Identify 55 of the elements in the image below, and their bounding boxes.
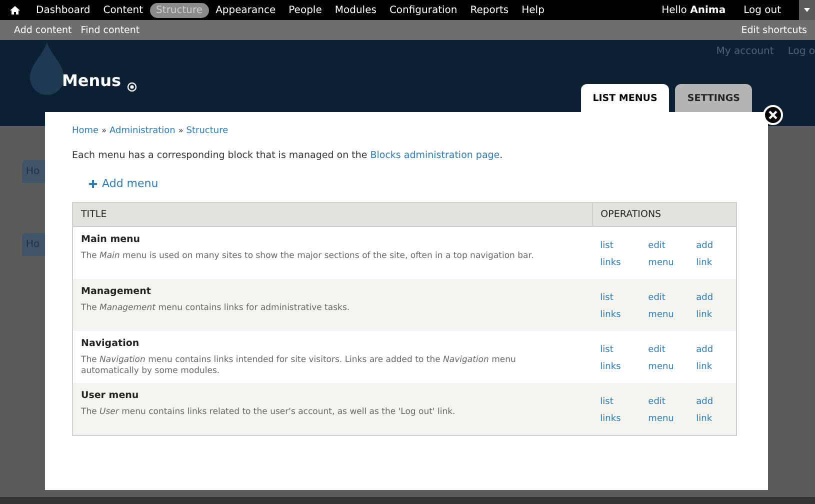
operation-link[interactable]: list links (600, 286, 624, 324)
operation-link[interactable]: add link (696, 234, 720, 272)
toolbar-menu-item[interactable]: Help (516, 2, 550, 18)
breadcrumb-link[interactable]: Structure (186, 126, 228, 136)
breadcrumb-link[interactable]: Administration (109, 126, 176, 136)
plus-icon (89, 180, 97, 188)
user-greeting: Hello Anima (662, 4, 726, 16)
menu-title: User menu (81, 390, 140, 402)
operation-link[interactable]: list links (600, 390, 624, 428)
close-icon[interactable] (763, 105, 783, 125)
menu-description: The User menu contains links related to the user's account, as well as the 'Log out' link. (81, 407, 456, 418)
operation-link[interactable]: add link (696, 390, 720, 428)
menu-title: Management (81, 286, 152, 297)
menu-description: The Main menu is used on many sites to show the major sections of the site, often in a top navigation bar. (81, 250, 535, 262)
add-shortcut-icon[interactable] (127, 82, 138, 92)
tab[interactable]: SETTINGS (675, 84, 752, 112)
operation-link[interactable]: add link (696, 338, 720, 376)
edit-shortcuts-link[interactable]: Edit shortcuts (741, 24, 807, 36)
menu-title: Navigation (81, 338, 140, 349)
operation-link[interactable]: edit menu (648, 338, 672, 376)
menu-description: The Management menu contains links for administrative tasks. (81, 302, 351, 314)
operation-link[interactable]: list links (600, 234, 624, 272)
page-title: Menus (62, 70, 122, 90)
menu-description: The Navigation menu contains links intended for site visitors. Links are added to the Navigation menu automatically by some modules. (81, 354, 517, 376)
toolbar-menu-item[interactable]: Configuration (383, 2, 464, 18)
shortcut-link[interactable]: Find content (80, 24, 140, 36)
operation-link[interactable]: edit menu (648, 286, 672, 324)
column-header: OPERATIONS (592, 202, 736, 226)
logout-link[interactable]: Log out (744, 4, 781, 16)
operation-link[interactable]: edit menu (648, 234, 672, 272)
add-menu-link[interactable]: Add menu (89, 177, 158, 190)
caret-icon (804, 8, 810, 12)
operation-link[interactable]: edit menu (648, 390, 672, 428)
breadcrumb-separator: » (178, 126, 184, 135)
breadcrumb-link[interactable]: Home (72, 126, 99, 136)
tab[interactable]: LIST MENUS (580, 84, 670, 112)
toolbar-menu-item[interactable]: Dashboard (30, 2, 96, 18)
drop-logo-icon (30, 42, 64, 96)
toolbar-menu-item[interactable]: Content (97, 2, 150, 18)
toolbar-menu-item[interactable]: Reports (464, 2, 515, 18)
menu-title: Main menu (81, 234, 142, 244)
shortcuts-toggle-button[interactable] (799, 0, 815, 20)
column-header: TITLE (72, 202, 592, 226)
intro-text: Each menu has a corresponding block that is managed on the Blocks administration page. (72, 150, 504, 161)
blocks-admin-link[interactable]: Blocks administration page (370, 150, 500, 161)
toolbar-menu-item[interactable]: People (282, 2, 328, 18)
toolbar-menu-item[interactable]: Appearance (210, 2, 282, 18)
account-link[interactable]: My account (716, 46, 774, 57)
toolbar-menu-item[interactable]: Modules (328, 2, 382, 18)
home-icon[interactable] (10, 5, 20, 15)
breadcrumb-separator: » (102, 126, 106, 135)
operation-link[interactable]: add link (696, 286, 720, 324)
account-link[interactable]: Log o (788, 46, 815, 57)
operation-link[interactable]: list links (600, 338, 624, 376)
shortcut-link[interactable]: Add content (14, 24, 72, 36)
